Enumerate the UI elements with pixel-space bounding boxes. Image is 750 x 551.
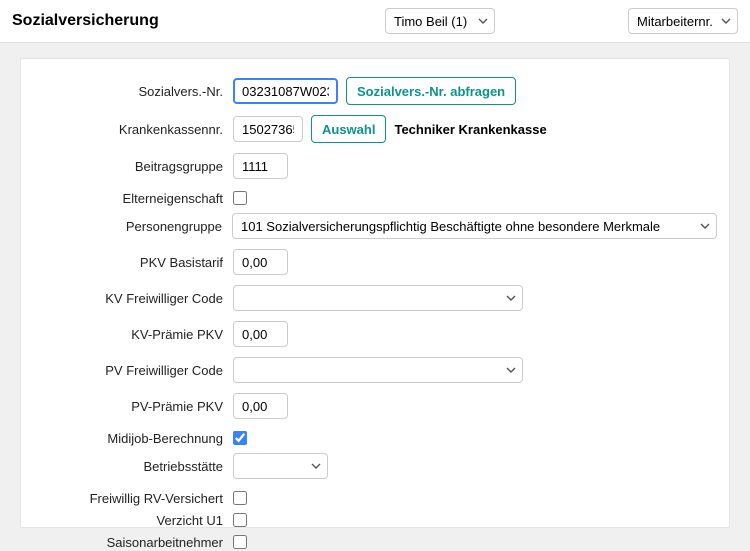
input-pv-praemie[interactable] (233, 393, 288, 419)
label-kv-praemie: KV-Prämie PKV (33, 327, 233, 342)
employee-select-wrap: Timo Beil (1) (385, 8, 495, 34)
select-pv-code[interactable] (233, 357, 523, 383)
row-kv-code: KV Freiwilliger Code (33, 285, 717, 311)
checkbox-midijob[interactable] (233, 431, 247, 445)
checkbox-saison[interactable] (233, 535, 247, 549)
employee-select[interactable]: Timo Beil (1) (385, 8, 495, 34)
row-u1: Verzicht U1 (33, 511, 717, 529)
kk-name: Techniker Krankenkasse (394, 122, 546, 137)
label-betriebsstaette: Betriebsstätte (33, 459, 233, 474)
label-midijob: Midijob-Berechnung (33, 431, 233, 446)
row-kv-praemie: KV-Prämie PKV (33, 321, 717, 347)
checkbox-rv[interactable] (233, 491, 247, 505)
label-kv-code: KV Freiwilliger Code (33, 291, 233, 306)
label-kk: Krankenkassennr. (33, 122, 233, 137)
page-title: Sozialversicherung (12, 12, 252, 30)
label-pkv-basis: PKV Basistarif (33, 255, 233, 270)
row-eltern: Elterneigenschaft (33, 189, 717, 207)
label-beitragsgruppe: Beitragsgruppe (33, 159, 233, 174)
row-pgruppe: Personengruppe 101 Sozialversicherungspf… (33, 213, 717, 239)
select-pgruppe[interactable]: 101 Sozialversicherungspflichtig Beschäf… (232, 213, 717, 239)
row-rv: Freiwillig RV-Versichert (33, 489, 717, 507)
label-svnr: Sozialvers.-Nr. (33, 84, 233, 99)
row-svnr: Sozialvers.-Nr. Sozialvers.-Nr. abfragen (33, 77, 717, 105)
button-svnr-query[interactable]: Sozialvers.-Nr. abfragen (346, 77, 516, 105)
select-betriebsstaette[interactable] (233, 453, 328, 479)
label-u1: Verzicht U1 (33, 513, 233, 528)
checkbox-eltern[interactable] (233, 191, 247, 205)
row-betriebsstaette: Betriebsstätte (33, 453, 717, 479)
input-svnr[interactable] (233, 78, 338, 104)
label-pv-praemie: PV-Prämie PKV (33, 399, 233, 414)
label-rv: Freiwillig RV-Versichert (33, 491, 233, 506)
betriebsstaette-select-wrap (233, 453, 328, 479)
label-saison: Saisonarbeitnehmer (33, 535, 233, 550)
page-header: Sozialversicherung Timo Beil (1) Mitarbe… (0, 0, 750, 43)
pv-code-select-wrap (233, 357, 523, 383)
form-panel: Sozialvers.-Nr. Sozialvers.-Nr. abfragen… (20, 58, 730, 528)
row-pv-code: PV Freiwilliger Code (33, 357, 717, 383)
input-pkv-basis[interactable] (233, 249, 288, 275)
sort-select[interactable]: Mitarbeiternr. (628, 8, 738, 34)
row-beitragsgruppe: Beitragsgruppe (33, 153, 717, 179)
label-pgruppe: Personengruppe (33, 219, 232, 234)
row-saison: Saisonarbeitnehmer (33, 533, 717, 551)
sort-select-wrap: Mitarbeiternr. (628, 8, 738, 34)
input-beitragsgruppe[interactable] (233, 153, 288, 179)
row-kk: Krankenkassennr. Auswahl Techniker Krank… (33, 115, 717, 143)
row-pv-praemie: PV-Prämie PKV (33, 393, 717, 419)
row-midijob: Midijob-Berechnung (33, 429, 717, 447)
kv-code-select-wrap (233, 285, 523, 311)
pgruppe-select-wrap: 101 Sozialversicherungspflichtig Beschäf… (232, 213, 717, 239)
label-eltern: Elterneigenschaft (33, 191, 233, 206)
header-right: Mitarbeiternr. (628, 8, 738, 34)
label-pv-code: PV Freiwilliger Code (33, 363, 233, 378)
checkbox-u1[interactable] (233, 513, 247, 527)
select-kv-code[interactable] (233, 285, 523, 311)
button-kk-select[interactable]: Auswahl (311, 115, 386, 143)
input-kv-praemie[interactable] (233, 321, 288, 347)
input-kk[interactable] (233, 116, 303, 142)
row-pkv-basis: PKV Basistarif (33, 249, 717, 275)
